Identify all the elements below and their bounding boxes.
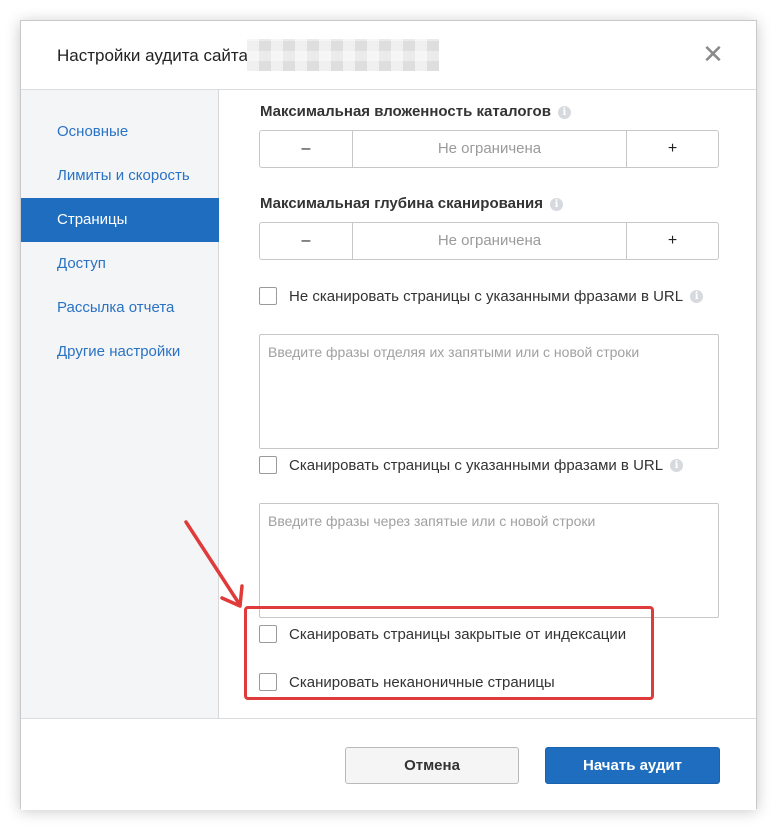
exclude-url-phrases-row[interactable]: Не сканировать страницы с указанными фра… (259, 286, 704, 306)
max-nesting-increment-button[interactable]: + (626, 131, 718, 167)
sidebar-item-limits[interactable]: Лимиты и скорость (21, 154, 219, 198)
dialog-header: Настройки аудита сайта ✕ (21, 21, 756, 90)
closed-from-index-label: Сканировать страницы закрытые от индекса… (289, 625, 627, 643)
sidebar-item-report-mailing[interactable]: Рассылка отчета (21, 286, 219, 330)
settings-sidebar: Основные Лимиты и скорость Страницы Дост… (21, 90, 219, 718)
sidebar-item-other-settings[interactable]: Другие настройки (21, 330, 219, 374)
non-canonical-label: Сканировать неканоничные страницы (289, 673, 555, 691)
cancel-button[interactable]: Отмена (345, 747, 519, 784)
info-icon[interactable]: i (557, 106, 571, 119)
exclude-url-phrases-textarea[interactable]: Введите фразы отделяя их запятыми или с … (259, 334, 719, 449)
include-url-phrases-row[interactable]: Сканировать страницы с указанными фразам… (259, 455, 684, 475)
close-icon[interactable]: ✕ (698, 39, 728, 69)
info-icon[interactable]: i (690, 289, 704, 303)
sidebar-item-pages[interactable]: Страницы (21, 198, 219, 242)
max-nesting-label: Максимальная вложенность каталогов i (260, 103, 571, 120)
max-depth-decrement-button[interactable]: – (260, 223, 353, 259)
exclude-url-phrases-label: Не сканировать страницы с указанными фра… (289, 287, 684, 305)
max-depth-label: Максимальная глубина сканирования i (260, 195, 564, 212)
audit-settings-dialog: Настройки аудита сайта ✕ Основные Лимиты… (20, 20, 757, 810)
non-canonical-checkbox[interactable] (259, 673, 277, 691)
dialog-footer: Отмена Начать аудит (21, 718, 756, 810)
info-icon[interactable]: i (550, 198, 564, 211)
closed-from-index-checkbox[interactable] (259, 625, 277, 643)
blurred-site-name (247, 39, 439, 71)
max-nesting-decrement-button[interactable]: – (260, 131, 353, 167)
max-nesting-stepper: – Не ограничена + (259, 130, 719, 168)
max-depth-increment-button[interactable]: + (626, 223, 718, 259)
sidebar-item-access[interactable]: Доступ (21, 242, 219, 286)
pages-settings-panel: Максимальная вложенность каталогов i – Не… (220, 90, 756, 718)
sidebar-item-main[interactable]: Основные (21, 110, 219, 154)
max-depth-value[interactable]: Не ограничена (353, 223, 626, 259)
non-canonical-row[interactable]: Сканировать неканоничные страницы (259, 672, 555, 692)
dialog-title: Настройки аудита сайта (57, 46, 248, 65)
max-nesting-value[interactable]: Не ограничена (353, 131, 626, 167)
include-url-phrases-checkbox[interactable] (259, 456, 277, 474)
include-url-phrases-textarea[interactable]: Введите фразы через запятые или с новой … (259, 503, 719, 618)
exclude-url-phrases-checkbox[interactable] (259, 287, 277, 305)
max-depth-stepper: – Не ограничена + (259, 222, 719, 260)
include-url-phrases-label: Сканировать страницы с указанными фразам… (289, 456, 664, 474)
closed-from-index-row[interactable]: Сканировать страницы закрытые от индекса… (259, 624, 626, 644)
info-icon[interactable]: i (670, 458, 684, 472)
start-audit-button[interactable]: Начать аудит (545, 747, 720, 784)
